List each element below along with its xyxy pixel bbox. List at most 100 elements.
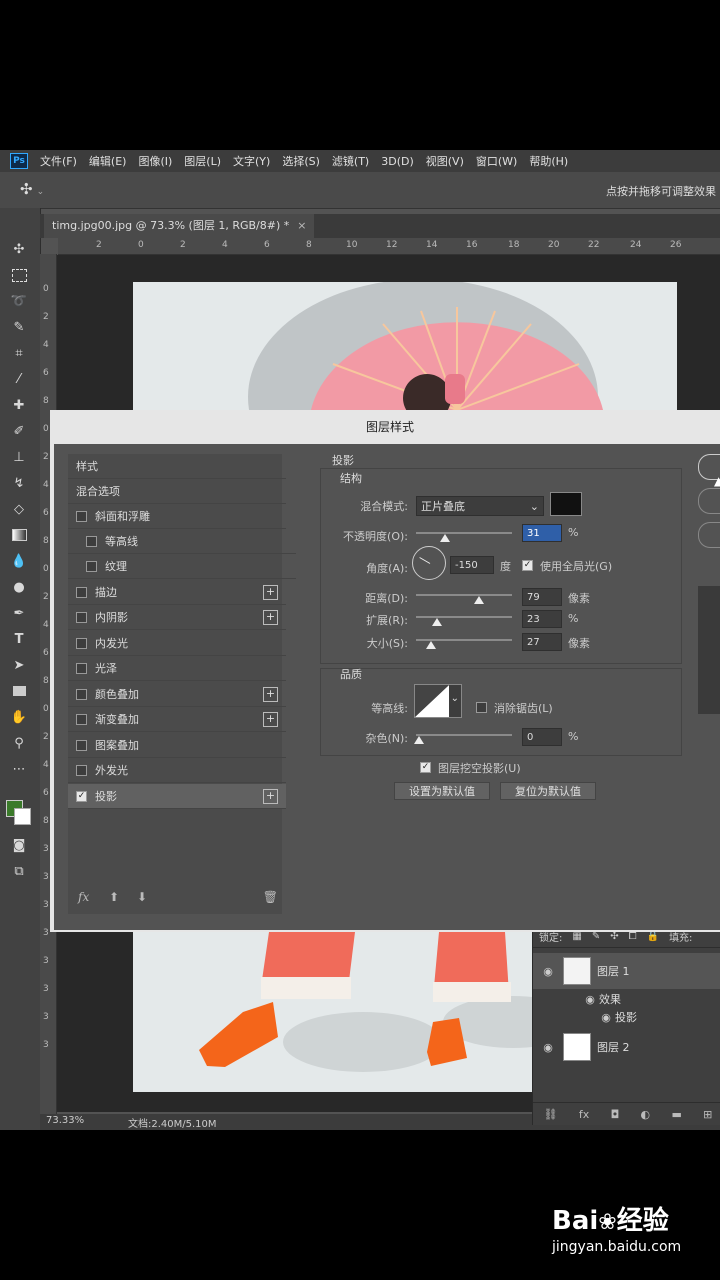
lock-artboard-icon[interactable]: ⧠	[629, 931, 637, 942]
lasso-tool-icon[interactable]: ➰	[8, 290, 30, 312]
hand-tool-icon[interactable]: ✋	[8, 706, 30, 728]
zoom-tool-icon[interactable]: ⚲	[8, 732, 30, 754]
type-tool-icon[interactable]: T	[8, 628, 30, 650]
quick-select-tool-icon[interactable]: ✎	[8, 316, 30, 338]
checkbox[interactable]	[86, 560, 97, 572]
effect-drop-shadow-row[interactable]: ◉ 投影	[533, 1009, 720, 1025]
more-tools-icon[interactable]: ⋯	[8, 758, 30, 780]
clone-stamp-tool-icon[interactable]: ⊥	[8, 446, 30, 468]
folder-icon[interactable]: ▬	[671, 1108, 681, 1121]
style-item-gradient-overlay[interactable]: 渐变叠加 +	[68, 707, 286, 732]
noise-slider[interactable]	[416, 734, 512, 736]
spread-input[interactable]: 23	[522, 610, 562, 628]
blend-mode-select[interactable]: 正片叠底 ⌄	[416, 496, 544, 516]
opacity-slider-knob[interactable]	[440, 534, 450, 542]
document-tab[interactable]: timg.jpg00.jpg @ 73.3% (图层 1, RGB/8#) * ×	[44, 214, 315, 238]
set-default-button[interactable]: 设置为默认值	[394, 782, 490, 800]
spread-slider-knob[interactable]	[432, 618, 442, 626]
knockout-checkbox[interactable]: ✓	[420, 762, 431, 773]
checkbox[interactable]	[76, 739, 87, 751]
style-item-outer-glow[interactable]: 外发光	[68, 758, 286, 783]
style-item-inner-glow[interactable]: 内发光	[68, 631, 286, 656]
size-input[interactable]: 27	[522, 633, 562, 651]
healing-brush-tool-icon[interactable]: ✚	[8, 394, 30, 416]
checkbox[interactable]	[76, 662, 87, 674]
lock-pixels-icon[interactable]: ▦	[572, 931, 581, 942]
lock-all-icon[interactable]: 🔒	[647, 931, 659, 942]
style-item-stroke[interactable]: 描边 +	[68, 580, 286, 605]
zoom-level[interactable]: 73.33%	[46, 1115, 84, 1126]
screen-mode-icon[interactable]: ⧉	[8, 860, 30, 882]
reset-default-button[interactable]: 复位为默认值	[500, 782, 596, 800]
menu-window[interactable]: 窗口(W)	[476, 153, 517, 169]
checkbox-checked[interactable]: ✓	[76, 790, 87, 802]
visibility-eye-icon[interactable]: ◉	[539, 1041, 557, 1054]
style-item-styles[interactable]: 样式	[68, 454, 286, 479]
opacity-input[interactable]: 31	[522, 524, 562, 542]
add-icon[interactable]: +	[263, 686, 278, 702]
new-layer-icon[interactable]: ⊞	[703, 1108, 712, 1121]
mask-icon[interactable]: ◘	[611, 1108, 620, 1121]
noise-slider-knob[interactable]	[414, 736, 424, 744]
fx-icon[interactable]: fx	[579, 1108, 589, 1121]
shadow-color-swatch[interactable]	[550, 492, 582, 516]
blur-tool-icon[interactable]: 💧	[8, 550, 30, 572]
move-tool-preset[interactable]: ✣ ⌄	[20, 180, 44, 198]
visibility-eye-icon[interactable]: ◉	[539, 965, 557, 978]
new-style-button[interactable]	[698, 522, 720, 548]
noise-input[interactable]: 0	[522, 728, 562, 746]
distance-input[interactable]: 79	[522, 588, 562, 606]
crop-tool-icon[interactable]: ⌗	[8, 342, 30, 364]
opacity-slider[interactable]	[416, 532, 512, 534]
distance-slider-knob[interactable]	[474, 596, 484, 604]
eyedropper-tool-icon[interactable]: ⁄	[8, 368, 30, 390]
style-item-inner-shadow[interactable]: 内阴影 +	[68, 605, 286, 630]
rectangle-tool-icon[interactable]	[8, 680, 30, 702]
menu-view[interactable]: 视图(V)	[426, 153, 464, 169]
trash-icon[interactable]: 🗑	[263, 890, 278, 904]
menu-edit[interactable]: 编辑(E)	[89, 153, 127, 169]
layer-row-1[interactable]: ◉ 图层 1	[533, 953, 720, 989]
style-item-drop-shadow[interactable]: ✓ 投影 +	[68, 784, 286, 809]
fx-menu-button[interactable]: fx	[78, 890, 89, 904]
brush-tool-icon[interactable]: ✐	[8, 420, 30, 442]
checkbox[interactable]	[86, 535, 97, 547]
angle-dial[interactable]	[412, 546, 446, 580]
menu-file[interactable]: 文件(F)	[40, 153, 77, 169]
style-item-color-overlay[interactable]: 颜色叠加 +	[68, 682, 286, 707]
menu-filter[interactable]: 滤镜(T)	[332, 153, 369, 169]
move-up-icon[interactable]: ⬆	[109, 890, 119, 904]
eraser-tool-icon[interactable]: ◇	[8, 498, 30, 520]
add-icon[interactable]: +	[263, 788, 278, 804]
add-icon[interactable]: +	[263, 584, 278, 600]
marquee-tool-icon[interactable]	[8, 264, 30, 286]
pen-tool-icon[interactable]: ✒	[8, 602, 30, 624]
style-item-contour[interactable]: 等高线	[68, 529, 296, 554]
background-color-swatch[interactable]	[14, 808, 31, 825]
contour-picker[interactable]: ⌄	[414, 684, 462, 718]
checkbox[interactable]	[76, 637, 87, 649]
spread-slider[interactable]	[416, 616, 512, 618]
close-icon[interactable]: ×	[297, 219, 306, 232]
menu-layer[interactable]: 图层(L)	[184, 153, 221, 169]
style-item-pattern-overlay[interactable]: 图案叠加	[68, 733, 286, 758]
menu-image[interactable]: 图像(I)	[138, 153, 172, 169]
checkbox[interactable]	[76, 764, 87, 776]
layer-row-2[interactable]: ◉ 图层 2	[533, 1029, 720, 1065]
add-icon[interactable]: +	[263, 711, 278, 727]
dodge-tool-icon[interactable]: ●	[8, 576, 30, 598]
quick-mask-icon[interactable]: ◙	[8, 834, 30, 856]
size-slider-knob[interactable]	[426, 641, 436, 649]
checkbox[interactable]	[76, 510, 87, 522]
style-item-blending-options[interactable]: 混合选项	[68, 479, 286, 504]
move-tool-icon[interactable]: ✣	[8, 238, 30, 260]
checkbox[interactable]	[76, 688, 87, 700]
history-brush-tool-icon[interactable]: ↯	[8, 472, 30, 494]
effects-row[interactable]: ◉ 效果	[533, 991, 720, 1007]
style-item-satin[interactable]: 光泽	[68, 656, 286, 681]
distance-slider[interactable]	[416, 594, 512, 596]
style-item-texture[interactable]: 纹理	[68, 554, 296, 579]
add-icon[interactable]: +	[263, 609, 278, 625]
lock-draw-icon[interactable]: ✎	[592, 931, 600, 942]
gradient-tool-icon[interactable]	[8, 524, 30, 546]
